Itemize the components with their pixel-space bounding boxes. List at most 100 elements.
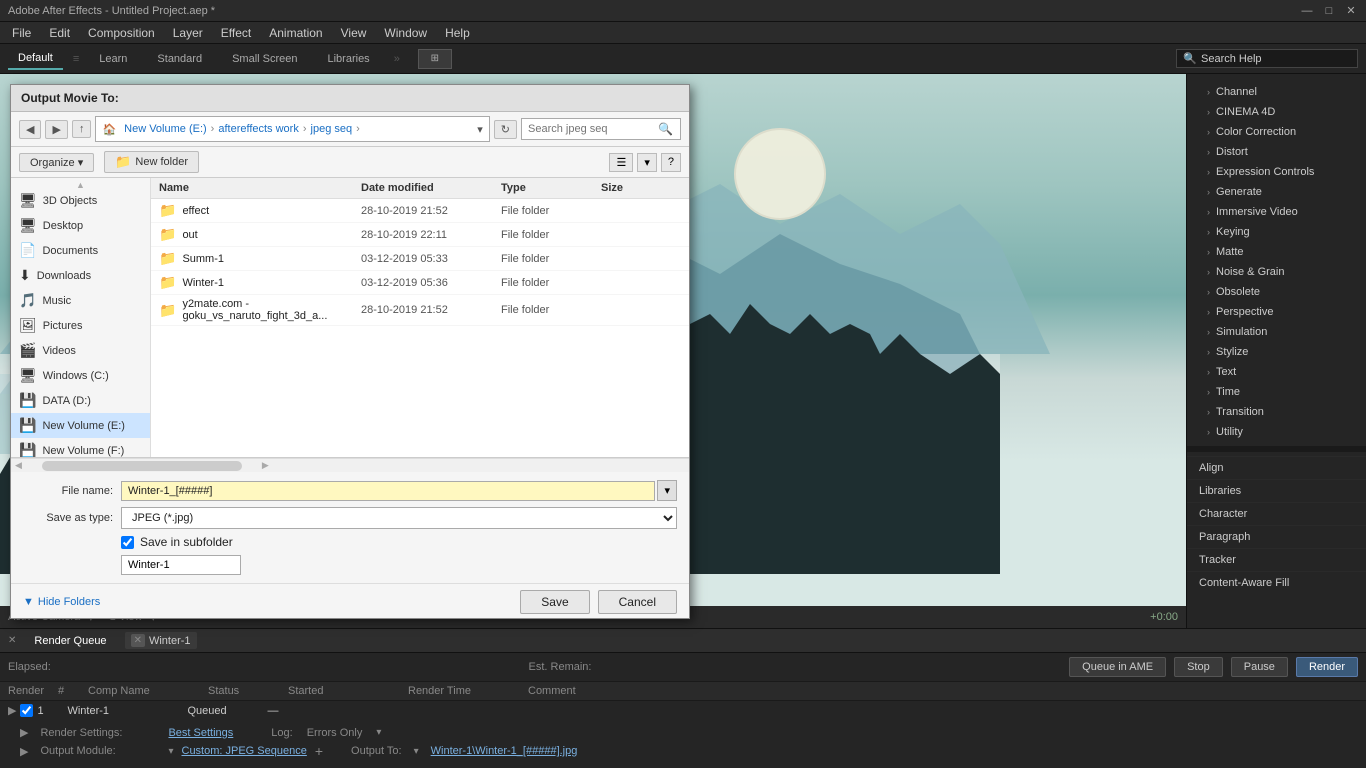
- panel-content-aware-fill[interactable]: Content-Aware Fill: [1187, 571, 1366, 594]
- panel-paragraph[interactable]: Paragraph: [1187, 525, 1366, 548]
- effect-matte[interactable]: › Matte: [1187, 242, 1366, 262]
- col-name-header[interactable]: Name: [159, 182, 361, 194]
- effect-keying[interactable]: › Keying: [1187, 222, 1366, 242]
- search-icon[interactable]: 🔍: [658, 122, 673, 136]
- effect-simulation[interactable]: › Simulation: [1187, 322, 1366, 342]
- nav-desktop[interactable]: 🖥 Desktop: [11, 213, 150, 238]
- panel-libraries[interactable]: Libraries: [1187, 479, 1366, 502]
- breadcrumb-part-2[interactable]: jpeg seq: [311, 123, 353, 135]
- nav-data-d[interactable]: 💾 DATA (D:): [11, 388, 150, 413]
- rq-row-checkbox[interactable]: [20, 704, 33, 717]
- effect-expression-controls[interactable]: › Expression Controls: [1187, 162, 1366, 182]
- panel-character[interactable]: Character: [1187, 502, 1366, 525]
- menu-layer[interactable]: Layer: [165, 24, 211, 42]
- stop-button[interactable]: Stop: [1174, 657, 1223, 677]
- forward-button[interactable]: ▶: [45, 120, 67, 139]
- effect-text[interactable]: › Text: [1187, 362, 1366, 382]
- rs-expand-btn[interactable]: ▶: [20, 726, 28, 739]
- rq-tab-winter[interactable]: ✕ Winter-1: [125, 632, 197, 649]
- hide-folders-button[interactable]: ▼ Hide Folders: [23, 596, 100, 608]
- window-controls[interactable]: — □ ✕: [1300, 4, 1358, 18]
- effect-obsolete[interactable]: › Obsolete: [1187, 282, 1366, 302]
- menu-animation[interactable]: Animation: [261, 24, 330, 42]
- back-button[interactable]: ◀: [19, 120, 41, 139]
- pause-button[interactable]: Pause: [1231, 657, 1288, 677]
- menu-window[interactable]: Window: [376, 24, 435, 42]
- file-row[interactable]: 📁 Summ-1 03-12-2019 05:33 File folder: [151, 247, 689, 271]
- col-size-header[interactable]: Size: [601, 182, 681, 194]
- tab-libraries[interactable]: Libraries: [318, 49, 380, 69]
- refresh-button[interactable]: ↻: [494, 120, 517, 139]
- breadcrumb-part-1[interactable]: aftereffects work: [218, 123, 299, 135]
- menu-edit[interactable]: Edit: [41, 24, 78, 42]
- nav-documents[interactable]: 📄 Documents: [11, 238, 150, 263]
- log-dropdown-btn[interactable]: ▾: [376, 727, 381, 738]
- output-path-link[interactable]: Winter-1\Winter-1_[#####].jpg: [431, 745, 578, 757]
- add-output-module-btn[interactable]: +: [315, 743, 323, 759]
- om-expand-btn[interactable]: ▶: [20, 745, 28, 758]
- file-row[interactable]: 📁 Winter-1 03-12-2019 05:36 File folder: [151, 271, 689, 295]
- filename-input[interactable]: [121, 481, 655, 501]
- om-dropdown-btn[interactable]: ▾: [168, 746, 173, 757]
- render-button[interactable]: Render: [1296, 657, 1358, 677]
- file-row[interactable]: 📁 effect 28-10-2019 21:52 File folder: [151, 199, 689, 223]
- new-folder-button[interactable]: 📁 New folder: [104, 151, 199, 173]
- up-button[interactable]: ↑: [72, 120, 92, 138]
- filename-dropdown-btn[interactable]: ▾: [657, 480, 677, 501]
- menu-help[interactable]: Help: [437, 24, 478, 42]
- tab-small-screen[interactable]: Small Screen: [222, 49, 307, 69]
- menu-view[interactable]: View: [333, 24, 375, 42]
- effect-color-correction[interactable]: › Color Correction: [1187, 122, 1366, 142]
- subfolder-name-input[interactable]: [121, 555, 241, 575]
- effect-channel[interactable]: › Channel: [1187, 82, 1366, 102]
- effect-cinema4d[interactable]: › CINEMA 4D: [1187, 102, 1366, 122]
- view-options-button[interactable]: ▾: [637, 153, 657, 172]
- effect-utility[interactable]: › Utility: [1187, 422, 1366, 442]
- effect-time[interactable]: › Time: [1187, 382, 1366, 402]
- queue-in-ame-button[interactable]: Queue in AME: [1069, 657, 1166, 677]
- nav-new-volume-f[interactable]: 💾 New Volume (F:): [11, 438, 150, 457]
- panel-tracker[interactable]: Tracker: [1187, 548, 1366, 571]
- hscroll-right-btn[interactable]: ▶: [262, 460, 269, 471]
- subfolder-checkbox[interactable]: [121, 536, 134, 549]
- effect-distort[interactable]: › Distort: [1187, 142, 1366, 162]
- search-help-box[interactable]: 🔍: [1176, 49, 1358, 68]
- minimize-button[interactable]: —: [1300, 4, 1314, 18]
- nav-pictures[interactable]: 🖼 Pictures: [11, 313, 150, 338]
- output-to-dropdown-btn[interactable]: ▾: [414, 746, 419, 757]
- nav-downloads[interactable]: ⬇ Downloads: [11, 263, 150, 288]
- rq-expand-btn[interactable]: ▶: [8, 704, 16, 717]
- custom-jpeg-link[interactable]: Custom: JPEG Sequence: [182, 745, 307, 757]
- file-row[interactable]: 📁 y2mate.com - goku_vs_naruto_fight_3d_a…: [151, 295, 689, 326]
- tab-default[interactable]: Default: [8, 48, 63, 70]
- cancel-button[interactable]: Cancel: [598, 590, 677, 614]
- search-help-input[interactable]: [1201, 53, 1351, 65]
- col-date-header[interactable]: Date modified: [361, 182, 501, 194]
- save-button[interactable]: Save: [520, 590, 589, 614]
- effect-transition[interactable]: › Transition: [1187, 402, 1366, 422]
- effect-perspective[interactable]: › Perspective: [1187, 302, 1366, 322]
- close-button[interactable]: ✕: [1344, 4, 1358, 18]
- tab-learn[interactable]: Learn: [89, 49, 137, 69]
- panel-align[interactable]: Align: [1187, 456, 1366, 479]
- col-type-header[interactable]: Type: [501, 182, 601, 194]
- menu-effect[interactable]: Effect: [213, 24, 259, 42]
- best-settings-link[interactable]: Best Settings: [168, 727, 233, 739]
- hscroll-left-btn[interactable]: ◀: [15, 460, 22, 471]
- tab-close-icon[interactable]: ✕: [131, 634, 145, 647]
- file-row[interactable]: 📁 out 28-10-2019 22:11 File folder: [151, 223, 689, 247]
- search-box[interactable]: 🔍: [521, 118, 681, 140]
- search-input[interactable]: [528, 123, 658, 135]
- nav-3d-objects[interactable]: 🖥 3D Objects: [11, 188, 150, 213]
- effect-noise-grain[interactable]: › Noise & Grain: [1187, 262, 1366, 282]
- list-view-button[interactable]: ☰: [609, 153, 633, 172]
- view-controls[interactable]: ☰ ▾ ?: [609, 153, 681, 172]
- breadcrumb[interactable]: 🏠 New Volume (E:) › aftereffects work › …: [95, 116, 489, 142]
- effect-generate[interactable]: › Generate: [1187, 182, 1366, 202]
- maximize-button[interactable]: □: [1322, 4, 1336, 18]
- help-button[interactable]: ?: [661, 153, 681, 172]
- nav-videos[interactable]: 🎬 Videos: [11, 338, 150, 363]
- nav-new-volume-e[interactable]: 💾 New Volume (E:): [11, 413, 150, 438]
- nav-music[interactable]: 🎵 Music: [11, 288, 150, 313]
- effect-immersive-video[interactable]: › Immersive Video: [1187, 202, 1366, 222]
